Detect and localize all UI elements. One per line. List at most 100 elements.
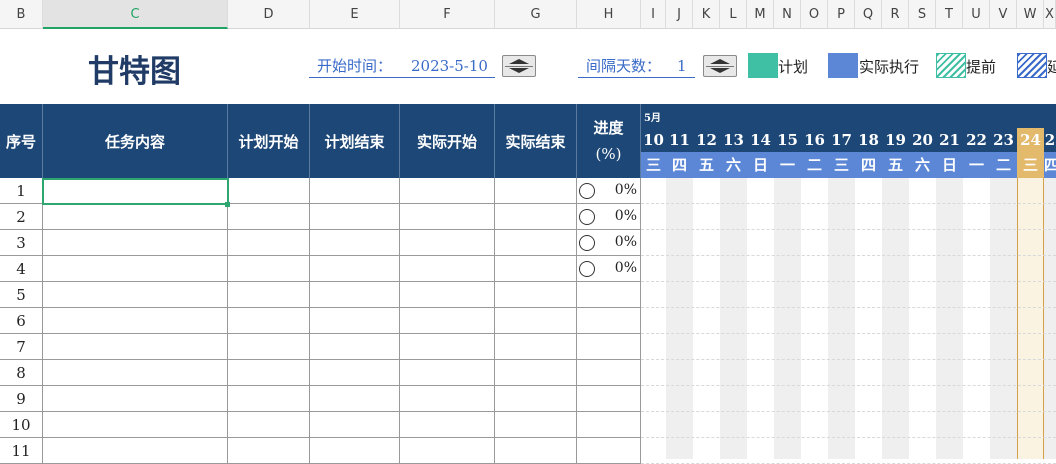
interval-field[interactable]: 间隔天数： 1 bbox=[578, 56, 695, 78]
table-cell[interactable] bbox=[400, 230, 495, 256]
spinner-up-icon[interactable] bbox=[710, 59, 730, 64]
table-cell[interactable] bbox=[495, 438, 577, 464]
progress-radio-icon[interactable] bbox=[579, 235, 595, 251]
column-letter-i[interactable]: I bbox=[641, 0, 666, 29]
progress-radio-icon[interactable] bbox=[579, 261, 595, 277]
table-cell[interactable] bbox=[228, 230, 310, 256]
start-date-field[interactable]: 开始时间： 2023-5-10 bbox=[309, 56, 495, 78]
table-cell[interactable] bbox=[400, 256, 495, 282]
table-cell[interactable] bbox=[310, 178, 400, 204]
spinner-down-icon[interactable] bbox=[509, 68, 529, 73]
table-cell[interactable] bbox=[400, 334, 495, 360]
table-cell[interactable] bbox=[495, 230, 577, 256]
table-cell[interactable] bbox=[577, 438, 641, 464]
table-cell[interactable] bbox=[310, 438, 400, 464]
table-cell[interactable] bbox=[228, 360, 310, 386]
column-letter-j[interactable]: J bbox=[666, 0, 693, 29]
table-cell[interactable] bbox=[228, 178, 310, 204]
task-cell[interactable] bbox=[43, 256, 228, 282]
start-date-value[interactable]: 2023-5-10 bbox=[411, 56, 488, 76]
task-cell[interactable] bbox=[43, 386, 228, 412]
table-cell[interactable] bbox=[577, 282, 641, 308]
column-letter-v[interactable]: V bbox=[990, 0, 1017, 29]
table-cell[interactable] bbox=[310, 386, 400, 412]
column-letter-k[interactable]: K bbox=[693, 0, 720, 29]
spinner-up-icon[interactable] bbox=[509, 59, 529, 64]
table-cell[interactable] bbox=[228, 256, 310, 282]
task-cell[interactable] bbox=[43, 282, 228, 308]
column-letter-e[interactable]: E bbox=[310, 0, 400, 29]
table-cell[interactable] bbox=[577, 360, 641, 386]
table-cell[interactable] bbox=[228, 308, 310, 334]
table-cell[interactable] bbox=[400, 386, 495, 412]
column-letter-n[interactable]: N bbox=[774, 0, 801, 29]
table-cell[interactable] bbox=[495, 178, 577, 204]
table-cell[interactable] bbox=[577, 308, 641, 334]
table-cell[interactable] bbox=[495, 360, 577, 386]
table-cell[interactable] bbox=[400, 178, 495, 204]
task-cell[interactable] bbox=[43, 334, 228, 360]
progress-radio-icon[interactable] bbox=[579, 183, 595, 199]
column-letter-q[interactable]: Q bbox=[855, 0, 882, 29]
table-cell[interactable] bbox=[310, 204, 400, 230]
table-cell[interactable] bbox=[495, 334, 577, 360]
column-letter-t[interactable]: T bbox=[936, 0, 963, 29]
task-cell[interactable] bbox=[43, 308, 228, 334]
column-letter-d[interactable]: D bbox=[228, 0, 310, 29]
table-cell[interactable] bbox=[577, 334, 641, 360]
table-cell[interactable] bbox=[495, 386, 577, 412]
task-cell[interactable] bbox=[43, 230, 228, 256]
table-cell[interactable] bbox=[400, 438, 495, 464]
progress-radio-icon[interactable] bbox=[579, 209, 595, 225]
table-cell[interactable] bbox=[400, 360, 495, 386]
table-cell[interactable] bbox=[228, 204, 310, 230]
column-letter-w[interactable]: W bbox=[1017, 0, 1044, 29]
interval-value[interactable]: 1 bbox=[677, 56, 687, 76]
fill-handle[interactable] bbox=[225, 202, 230, 207]
task-cell[interactable] bbox=[43, 438, 228, 464]
task-cell[interactable] bbox=[43, 412, 228, 438]
table-cell[interactable] bbox=[400, 412, 495, 438]
table-cell[interactable] bbox=[310, 282, 400, 308]
table-cell[interactable] bbox=[495, 412, 577, 438]
table-cell[interactable] bbox=[495, 256, 577, 282]
table-cell[interactable] bbox=[400, 308, 495, 334]
start-date-spinner[interactable] bbox=[502, 55, 536, 77]
table-cell[interactable] bbox=[228, 438, 310, 464]
column-letter-m[interactable]: M bbox=[747, 0, 774, 29]
table-cell[interactable] bbox=[577, 412, 641, 438]
table-cell[interactable] bbox=[577, 386, 641, 412]
table-cell[interactable] bbox=[310, 308, 400, 334]
table-cell[interactable] bbox=[495, 282, 577, 308]
column-letter-h[interactable]: H bbox=[577, 0, 641, 29]
column-letter-u[interactable]: U bbox=[963, 0, 990, 29]
column-letter-f[interactable]: F bbox=[400, 0, 495, 29]
table-cell[interactable] bbox=[310, 334, 400, 360]
column-letter-x[interactable]: X bbox=[1044, 0, 1056, 29]
spinner-down-icon[interactable] bbox=[710, 68, 730, 73]
table-cell[interactable] bbox=[228, 282, 310, 308]
table-cell[interactable] bbox=[228, 334, 310, 360]
column-letter-b[interactable]: B bbox=[0, 0, 43, 29]
column-letter-r[interactable]: R bbox=[882, 0, 909, 29]
column-letter-o[interactable]: O bbox=[801, 0, 828, 29]
column-letter-s[interactable]: S bbox=[909, 0, 936, 29]
task-cell[interactable] bbox=[43, 360, 228, 386]
table-cell[interactable] bbox=[228, 412, 310, 438]
column-letter-g[interactable]: G bbox=[495, 0, 577, 29]
selected-cell-outline[interactable] bbox=[42, 178, 229, 205]
table-cell[interactable] bbox=[495, 204, 577, 230]
table-cell[interactable] bbox=[400, 282, 495, 308]
table-cell[interactable] bbox=[228, 386, 310, 412]
interval-spinner[interactable] bbox=[703, 55, 737, 77]
table-cell[interactable] bbox=[310, 230, 400, 256]
table-cell[interactable] bbox=[310, 412, 400, 438]
column-letter-c[interactable]: C bbox=[43, 0, 228, 29]
column-letter-l[interactable]: L bbox=[720, 0, 747, 29]
table-cell[interactable] bbox=[310, 256, 400, 282]
table-cell[interactable] bbox=[310, 360, 400, 386]
table-cell[interactable] bbox=[495, 308, 577, 334]
task-cell[interactable] bbox=[43, 204, 228, 230]
table-cell[interactable] bbox=[400, 204, 495, 230]
column-letter-p[interactable]: P bbox=[828, 0, 855, 29]
